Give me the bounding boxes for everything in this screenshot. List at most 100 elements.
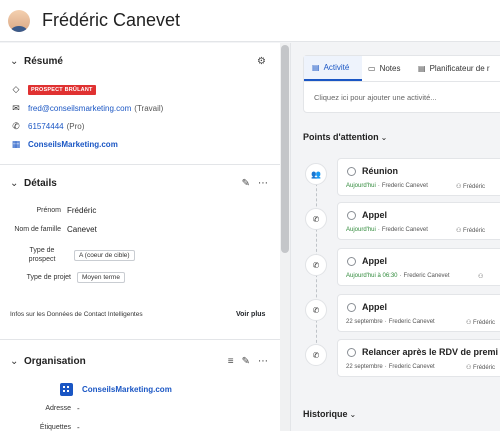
activity-title: Relancer après le RDV de premi <box>362 347 499 357</box>
chevron-down-icon[interactable]: ⌄ <box>10 356 20 367</box>
activity-title-row: Appel <box>347 256 387 266</box>
add-activity-input[interactable]: Cliquez ici pour ajouter une activité... <box>314 93 437 102</box>
person-name[interactable]: Frédéric <box>463 228 485 234</box>
tab-label: Activité <box>323 63 350 72</box>
complete-checkbox[interactable] <box>347 302 356 312</box>
edit-icon[interactable]: ✎ <box>242 356 250 367</box>
person-name[interactable]: Frédéric <box>473 320 495 326</box>
mail-icon: ✉ <box>12 103 20 113</box>
activity-date: 22 septembre <box>346 364 383 370</box>
field-value[interactable]: Canevet <box>67 225 97 234</box>
field-value[interactable]: - <box>77 404 80 413</box>
person-name[interactable]: Frédéric <box>463 184 485 190</box>
resume-title: Résumé <box>24 55 63 67</box>
filter-icon[interactable]: ≡ <box>228 356 234 367</box>
org-company-link[interactable]: ConseilsMarketing.com <box>82 385 172 394</box>
person-icon: ⚇ <box>456 184 464 190</box>
history-title: Historique <box>303 409 348 419</box>
tab-activity[interactable]: ▤ Activité <box>304 56 362 81</box>
field-value[interactable]: - <box>77 423 80 431</box>
person-icon: ⚇ <box>478 274 484 280</box>
smart-data-link[interactable]: Infos sur les Données de Contact Intelli… <box>10 311 143 318</box>
phone-row: ✆ 61574444 (Pro) <box>10 121 84 132</box>
focus-section-header[interactable]: Points d'attention ⌄ <box>303 132 387 142</box>
complete-checkbox[interactable] <box>347 166 356 176</box>
chevron-down-icon[interactable]: ⌄ <box>10 56 20 67</box>
more-icon[interactable]: ⋯ <box>258 178 268 189</box>
company-link[interactable]: ConseilsMarketing.com <box>28 140 118 149</box>
tab-divider <box>304 81 500 82</box>
person-icon: ⚇ <box>456 228 464 234</box>
tab-scheduler[interactable]: ▤ Planificateur de r <box>418 56 490 81</box>
complete-checkbox[interactable] <box>347 347 356 357</box>
activity-owner: Frederic Canevet <box>381 183 428 189</box>
edit-icon[interactable]: ✎ <box>242 178 250 189</box>
gear-icon[interactable]: ⚙ <box>257 56 266 67</box>
activity-date: 22 septembre <box>346 319 383 325</box>
company-row: ▦ ConseilsMarketing.com <box>10 139 118 150</box>
smart-data-row: Infos sur les Données de Contact Intelli… <box>10 311 143 318</box>
avatar[interactable] <box>8 9 30 32</box>
phone-link[interactable]: 61574444 <box>28 122 64 131</box>
activity-title-row: Réunion <box>347 166 398 176</box>
scrollbar-thumb[interactable] <box>281 45 289 253</box>
people-icon: 👥 <box>305 163 327 185</box>
person-icon: ⚇ <box>466 365 474 371</box>
activity-meta: Aujourd'hui · Frederic Canevet <box>346 227 428 233</box>
divider <box>0 164 280 165</box>
details-title: Détails <box>24 177 57 189</box>
person-name[interactable]: Frédéric <box>473 365 495 371</box>
field-label: Type de prospect <box>28 247 56 263</box>
activity-title: Appel <box>362 302 388 312</box>
activity-card[interactable]: Appel 22 septembre · Frederic Canevet ⚇ … <box>337 294 500 332</box>
history-section-header[interactable]: Historique ⌄ <box>303 409 356 419</box>
resume-section-header[interactable]: ⌄ Résumé ⚙ <box>0 51 280 71</box>
chevron-down-icon[interactable]: ⌄ <box>381 133 388 142</box>
field-label: Adresse <box>45 405 71 412</box>
badge-row: ◇ PROSPECT BRÛLANT <box>10 84 96 95</box>
field-label: Prénom <box>36 207 61 214</box>
contact-name: Frédéric Canevet <box>42 10 181 30</box>
activity-title: Appel <box>362 256 388 266</box>
phone-icon: ✆ <box>305 254 327 276</box>
activity-title-row: Appel <box>347 210 387 220</box>
calendar-icon: ▤ <box>418 64 426 73</box>
org-company-row: ConseilsMarketing.com <box>82 385 172 394</box>
person-icon: ⚇ <box>466 320 474 326</box>
activity-title: Appel <box>362 210 388 220</box>
activity-card[interactable]: Réunion Aujourd'hui · Frederic Canevet ⚇… <box>337 158 500 196</box>
field-label: Nom de famille <box>14 226 61 233</box>
separator: · <box>399 273 402 279</box>
status-badge[interactable]: PROSPECT BRÛLANT <box>28 84 96 95</box>
prospect-type-chip[interactable]: A (coeur de cible) <box>74 249 135 261</box>
complete-checkbox[interactable] <box>347 210 356 220</box>
separator: · <box>377 183 380 189</box>
activity-meta: 22 septembre · Frederic Canevet <box>346 319 435 325</box>
email-link[interactable]: fred@conseilsmarketing.com <box>28 104 131 113</box>
see-more-button[interactable]: Voir plus <box>236 311 265 318</box>
complete-checkbox[interactable] <box>347 256 356 266</box>
tab-label: Planificateur de r <box>429 64 490 73</box>
activity-date: Aujourd'hui à 06:30 <box>346 273 398 279</box>
field-value[interactable]: Frédéric <box>67 206 96 215</box>
organisation-section-header[interactable]: ⌄ Organisation ≡ ✎ ⋯ <box>0 351 280 371</box>
chevron-down-icon[interactable]: ⌄ <box>10 178 20 189</box>
activity-owner: Frederic Canevet <box>381 227 428 233</box>
activity-person: ⚇ Frédéric <box>456 227 485 234</box>
building-icon <box>60 383 73 396</box>
tab-notes[interactable]: ▭ Notes <box>368 56 400 81</box>
separator: · <box>384 319 387 325</box>
phone-icon: ✆ <box>305 344 327 366</box>
chevron-down-icon[interactable]: ⌄ <box>350 410 357 419</box>
more-icon[interactable]: ⋯ <box>258 356 268 367</box>
details-section-header[interactable]: ⌄ Détails ✎ ⋯ <box>0 173 280 193</box>
left-panel: ⌄ Résumé ⚙ ◇ PROSPECT BRÛLANT ✉ fred@con… <box>0 43 280 431</box>
activity-title: Réunion <box>362 166 398 176</box>
activity-card[interactable]: Appel Aujourd'hui à 06:30 · Frederic Can… <box>337 248 500 286</box>
see-more-row: Voir plus <box>236 311 265 318</box>
divider <box>0 339 280 340</box>
email-row: ✉ fred@conseilsmarketing.com (Travail) <box>10 103 163 114</box>
activity-card[interactable]: Relancer après le RDV de premi 22 septem… <box>337 339 500 377</box>
project-type-chip[interactable]: Moyen terme <box>77 272 125 283</box>
activity-card[interactable]: Appel Aujourd'hui · Frederic Canevet ⚇ F… <box>337 202 500 240</box>
